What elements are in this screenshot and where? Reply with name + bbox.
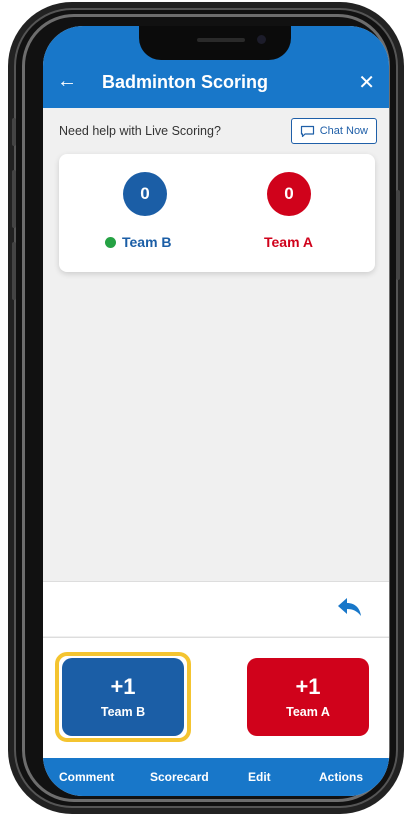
- team-b-name: Team B: [122, 234, 172, 250]
- volume-down-button: [12, 242, 16, 300]
- front-camera: [257, 35, 266, 44]
- app-screen: ← Badminton Scoring ✕ Need help with Liv…: [43, 26, 389, 796]
- team-a-plus-label: +1: [295, 674, 321, 699]
- team-b-plus-label: +1: [110, 674, 136, 699]
- team-b-score: 0: [123, 172, 167, 216]
- team-a-label: Team A: [264, 234, 313, 250]
- back-arrow-icon[interactable]: ←: [57, 70, 77, 93]
- chat-bubble-icon: [300, 125, 314, 137]
- power-button: [396, 190, 400, 280]
- volume-up-button: [12, 170, 16, 228]
- scoring-actions: +1 Team B +1 Team A: [43, 638, 389, 758]
- nav-edit[interactable]: Edit: [248, 770, 271, 784]
- mute-switch: [12, 118, 16, 146]
- team-b-label: Team B: [105, 234, 172, 250]
- team-a-button-name: Team A: [286, 705, 330, 719]
- undo-arrow-icon[interactable]: [337, 596, 363, 618]
- chat-now-button[interactable]: Chat Now: [290, 118, 377, 144]
- team-b-plus-one-button[interactable]: +1 Team B: [62, 658, 184, 736]
- help-text: Need help with Live Scoring?: [59, 124, 221, 138]
- team-b-button-name: Team B: [100, 705, 146, 719]
- chat-now-label: Chat Now: [319, 125, 368, 137]
- phone-notch: [139, 26, 291, 60]
- serving-indicator-icon: [105, 236, 116, 248]
- undo-bar: [43, 582, 389, 636]
- bottom-nav: Comment Scorecard Edit Actions: [43, 758, 389, 796]
- team-a-name: Team A: [264, 234, 314, 250]
- nav-scorecard[interactable]: Scorecard: [150, 770, 209, 784]
- nav-actions[interactable]: Actions: [319, 770, 363, 784]
- speaker-grille: [197, 38, 245, 42]
- nav-comment[interactable]: Comment: [59, 770, 114, 784]
- scoreboard-card: 0 Team B 0 Team A: [59, 154, 375, 272]
- team-a-score: 0: [267, 172, 311, 216]
- close-icon[interactable]: ✕: [358, 70, 375, 95]
- page-title: Badminton Scoring: [102, 72, 268, 92]
- team-a-plus-one-button[interactable]: +1 Team A: [247, 658, 369, 736]
- help-row: Need help with Live Scoring? Chat Now: [43, 108, 389, 150]
